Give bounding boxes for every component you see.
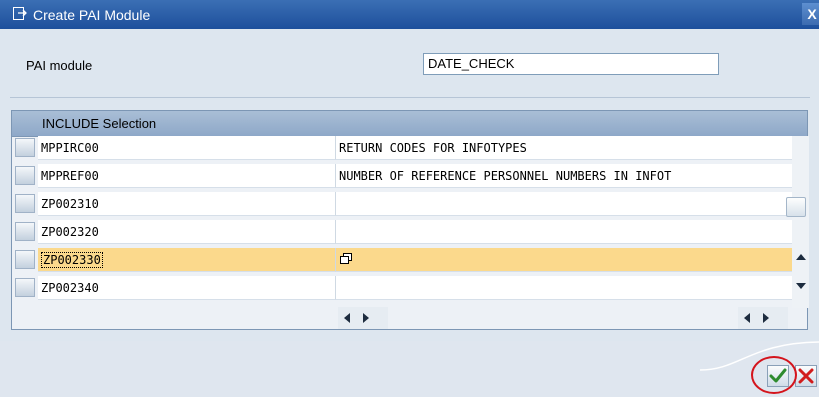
- include-name-cell[interactable]: ZP002330: [38, 248, 336, 272]
- row-selector[interactable]: [15, 194, 35, 213]
- include-name-cell[interactable]: ZP002340: [38, 276, 336, 300]
- red-x-icon: [798, 368, 814, 384]
- scroll-left-icon[interactable]: [744, 313, 750, 323]
- create-doc-icon: [13, 7, 27, 20]
- include-name-cell[interactable]: ZP002310: [38, 192, 336, 216]
- close-button[interactable]: X: [802, 3, 819, 25]
- pai-module-input[interactable]: DATE_CHECK: [423, 53, 719, 75]
- table-row[interactable]: ZP002310: [12, 192, 792, 216]
- include-name-cell[interactable]: MPPREF00: [38, 164, 336, 188]
- include-name-cell[interactable]: ZP002320: [38, 220, 336, 244]
- scroll-up-icon[interactable]: [796, 254, 806, 260]
- include-description-cell[interactable]: RETURN CODES FOR INFOTYPES: [336, 136, 792, 160]
- table-row[interactable]: ZP002320: [12, 220, 792, 244]
- include-selection-table: INCLUDE Selection MPPIRC00 RETURN CODES …: [11, 110, 809, 330]
- include-description-cell[interactable]: [336, 220, 792, 244]
- table-row[interactable]: ZP002340: [12, 276, 792, 300]
- include-name-cell[interactable]: MPPIRC00: [38, 136, 336, 160]
- scroll-left-icon[interactable]: [344, 313, 350, 323]
- pai-module-label: PAI module: [26, 58, 93, 73]
- ok-button[interactable]: [767, 365, 789, 387]
- table-header: INCLUDE Selection: [12, 111, 807, 137]
- button-bar: [0, 341, 819, 397]
- scroll-right-icon[interactable]: [763, 313, 769, 323]
- include-name-text: ZP002330: [41, 252, 103, 268]
- scroll-right-icon[interactable]: [363, 313, 369, 323]
- row-selector[interactable]: [15, 278, 35, 297]
- value-help-icon[interactable]: [340, 253, 352, 264]
- table-row-selected[interactable]: ZP002330: [12, 248, 792, 272]
- scrollbar-thumb[interactable]: [786, 197, 806, 217]
- table-row[interactable]: MPPREF00 NUMBER OF REFERENCE PERSONNEL N…: [12, 164, 792, 188]
- row-selector[interactable]: [15, 138, 35, 157]
- include-description-cell[interactable]: [336, 192, 792, 216]
- row-selector[interactable]: [15, 222, 35, 241]
- include-description-cell[interactable]: [336, 248, 792, 272]
- divider: [10, 97, 810, 98]
- cancel-button[interactable]: [795, 365, 817, 387]
- title-bar: Create PAI Module X: [0, 0, 819, 29]
- row-selector[interactable]: [15, 250, 35, 269]
- include-description-cell[interactable]: [336, 276, 792, 300]
- scroll-down-icon[interactable]: [796, 283, 806, 289]
- green-check-icon: [769, 368, 787, 383]
- table-header-label: INCLUDE Selection: [42, 116, 157, 131]
- row-selector[interactable]: [15, 166, 35, 185]
- window-title: Create PAI Module: [33, 7, 151, 23]
- include-description-cell[interactable]: NUMBER OF REFERENCE PERSONNEL NUMBERS IN…: [336, 164, 792, 188]
- table-row[interactable]: MPPIRC00 RETURN CODES FOR INFOTYPES: [12, 136, 792, 160]
